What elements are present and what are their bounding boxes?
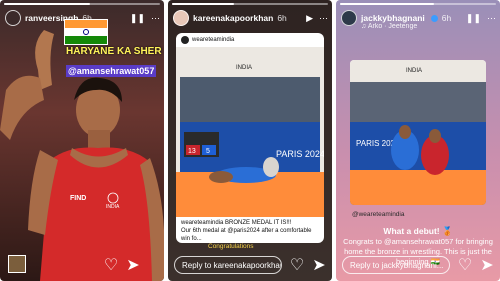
gif-sticker[interactable]: Congratulations bbox=[208, 243, 254, 250]
music-thumbnail[interactable] bbox=[8, 255, 26, 273]
story-progress bbox=[4, 3, 160, 5]
avatar[interactable] bbox=[5, 10, 21, 26]
more-icon[interactable]: ⋯ bbox=[319, 13, 328, 24]
verified-icon bbox=[430, 14, 438, 22]
story-ranveersingh[interactable]: FIND INDIA ranveersingh 6h ❚❚ ⋯ HARYANE … bbox=[0, 0, 164, 281]
event-logo-text: PARIS 2024 bbox=[276, 149, 324, 159]
story-jackkybhagnani[interactable]: jackkybhagnani 6h ❚❚ ⋯ ♫ Arko · Jeetenge… bbox=[336, 0, 500, 281]
story-header: kareenakapoorkhan 6h ▶ ⋯ bbox=[173, 9, 328, 27]
more-icon[interactable]: ⋯ bbox=[151, 13, 160, 24]
post-handle[interactable]: @weareteamindia bbox=[352, 211, 405, 218]
post-brand-text: INDIA bbox=[236, 65, 252, 71]
post-caption: weareteamindia BRONZE MEDAL IT IS!!! Our… bbox=[181, 219, 319, 243]
send-icon[interactable]: ➤ bbox=[480, 257, 494, 274]
shared-post-card[interactable]: weareteamindia INDIA 13 5 PARIS 2024 wea… bbox=[176, 33, 324, 243]
heart-icon[interactable]: ♡ bbox=[104, 257, 118, 274]
score-right: 5 bbox=[206, 148, 210, 155]
username[interactable]: jackkybhagnani bbox=[361, 13, 425, 23]
story-caption: HARYANE KA SHER 🦁 💪 bbox=[66, 46, 164, 57]
reply-input[interactable]: Reply to jackkybhagnani... bbox=[342, 256, 450, 274]
score-left: 13 bbox=[188, 148, 196, 155]
username[interactable]: kareenakapoorkhan bbox=[193, 13, 273, 23]
story-time: 6h bbox=[441, 13, 452, 23]
pause-icon[interactable]: ❚❚ bbox=[130, 13, 145, 24]
jersey-brand-text: FIND bbox=[70, 195, 86, 202]
jersey-country-text: INDIA bbox=[106, 204, 120, 210]
mention-sticker[interactable]: @amansehrawat057 bbox=[66, 65, 157, 77]
story-time: 6h bbox=[277, 13, 287, 23]
story-actions: Reply to jackkybhagnani... ♡ ➤ bbox=[342, 255, 494, 275]
music-icon: ♫ bbox=[361, 23, 368, 30]
send-icon[interactable]: ➤ bbox=[312, 257, 326, 274]
stories-row: FIND INDIA ranveersingh 6h ❚❚ ⋯ HARYANE … bbox=[0, 0, 500, 281]
india-flag-sticker bbox=[64, 19, 108, 45]
music-label[interactable]: ♫ Arko · Jeetenge bbox=[361, 23, 417, 30]
post-caption-line: weareteamindia BRONZE MEDAL IT IS!!! bbox=[181, 220, 292, 226]
avatar[interactable] bbox=[341, 10, 357, 26]
play-icon[interactable]: ▶ bbox=[306, 13, 313, 24]
post-image: INDIA 13 5 PARIS 2024 bbox=[176, 47, 324, 217]
post-header: weareteamindia bbox=[176, 33, 324, 47]
heart-icon[interactable]: ♡ bbox=[290, 257, 304, 274]
story-progress bbox=[172, 3, 328, 5]
avatar[interactable] bbox=[173, 10, 189, 26]
post-account[interactable]: weareteamindia bbox=[192, 37, 234, 43]
avatar bbox=[181, 36, 189, 44]
story-actions: ♡ ➤ bbox=[104, 255, 158, 275]
more-icon[interactable]: ⋯ bbox=[487, 13, 496, 24]
pause-icon[interactable]: ❚❚ bbox=[466, 13, 481, 24]
post-brand-text: INDIA bbox=[406, 68, 422, 74]
post-image: INDIA PARIS 2024 bbox=[350, 60, 486, 205]
story-kareenakapoorkhan[interactable]: kareenakapoorkhan 6h ▶ ⋯ weareteamindia … bbox=[168, 0, 332, 281]
music-text: Arko · Jeetenge bbox=[367, 23, 418, 30]
post-caption-line: Our 6th medal at @paris2024 after a comf… bbox=[181, 228, 312, 243]
send-icon[interactable]: ➤ bbox=[126, 257, 140, 274]
story-headline: What a debut! 🥉 bbox=[383, 226, 453, 236]
story-progress bbox=[340, 3, 496, 5]
shared-post-card[interactable]: INDIA PARIS 2024 bbox=[350, 60, 486, 205]
heart-icon[interactable]: ♡ bbox=[458, 257, 472, 274]
story-actions: Reply to kareenakapoorkhan... ♡ ➤ bbox=[174, 255, 326, 275]
reply-input[interactable]: Reply to kareenakapoorkhan... bbox=[174, 256, 282, 274]
